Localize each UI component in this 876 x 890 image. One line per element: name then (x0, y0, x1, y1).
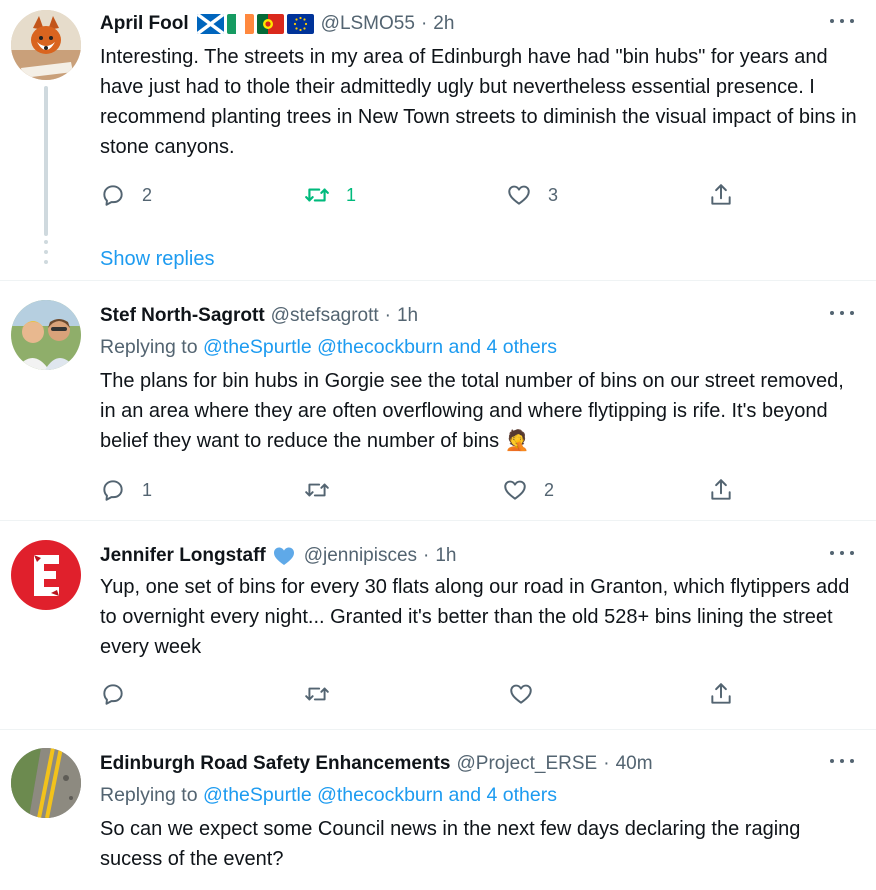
reply-button[interactable] (100, 679, 142, 709)
reply-icon (103, 480, 123, 501)
separator-dot: · (423, 545, 430, 566)
timestamp[interactable]: 40m (616, 753, 653, 775)
replying-to-links[interactable]: @theSpurtle @thecockburn and 4 others (203, 784, 557, 806)
tweet-header: April Fool @LSMO55 · 2h (100, 10, 454, 38)
heart-icon (504, 480, 526, 500)
retweet-icon (305, 687, 329, 701)
flag-scotland-icon (196, 13, 224, 34)
divider (0, 520, 876, 521)
retweet-button[interactable] (304, 679, 346, 709)
like-button[interactable] (508, 679, 550, 709)
display-name[interactable]: Stef North-Sagrott (100, 305, 265, 327)
timestamp[interactable]: 1h (397, 305, 418, 327)
avatar-erse[interactable] (11, 748, 81, 818)
tweet-text: So can we expect some Council news in th… (100, 818, 801, 870)
handle[interactable]: @stefsagrott (271, 305, 379, 327)
more-options-button[interactable] (830, 756, 854, 766)
retweet-button[interactable]: 1 (304, 180, 356, 210)
display-name[interactable]: Jennifer Longstaff (100, 545, 266, 567)
show-replies-link[interactable]: Show replies (100, 248, 215, 271)
tweet-4[interactable]: Edinburgh Road Safety Enhancements @Proj… (0, 748, 876, 890)
more-options-button[interactable] (830, 16, 854, 26)
share-button[interactable] (708, 475, 734, 505)
tweet-3[interactable]: Jennifer Longstaff @jennipisces · 1h Yup… (0, 540, 876, 730)
separator-dot: · (420, 13, 428, 34)
avatar-stef[interactable] (11, 300, 81, 370)
share-button[interactable] (708, 180, 734, 210)
retweet-icon (305, 483, 329, 497)
handle[interactable]: @LSMO55 (321, 13, 415, 35)
retweet-button[interactable] (304, 475, 346, 505)
replying-to-links[interactable]: @theSpurtle @thecockburn and 4 others (203, 336, 557, 358)
heart-icon (508, 185, 530, 205)
reply-button[interactable]: 1 (100, 475, 152, 505)
more-options-button[interactable] (830, 308, 854, 318)
tweet-1[interactable]: April Fool @LSMO55 · 2h Interesting. The… (0, 8, 876, 280)
replying-to: Replying to @theSpurtle @thecockburn and… (100, 784, 557, 807)
tweet-actions: 1 2 (100, 475, 740, 505)
divider (0, 280, 876, 281)
like-button[interactable]: 2 (502, 475, 554, 505)
handle[interactable]: @jennipisces (304, 545, 417, 567)
tweet-header: Edinburgh Road Safety Enhancements @Proj… (100, 750, 653, 778)
reply-button[interactable]: 2 (100, 180, 152, 210)
display-name[interactable]: Edinburgh Road Safety Enhancements (100, 753, 451, 775)
replying-to: Replying to @theSpurtle @thecockburn and… (100, 336, 557, 359)
retweet-count: 1 (346, 184, 357, 205)
share-icon (711, 184, 731, 205)
flag-ireland-icon (226, 13, 254, 34)
tweet-2[interactable]: Stef North-Sagrott @stefsagrott · 1h Rep… (0, 300, 876, 520)
replying-prefix: Replying to (100, 784, 203, 806)
reply-count: 1 (142, 479, 153, 500)
handle[interactable]: @Project_ERSE (457, 753, 598, 775)
reply-icon (103, 684, 123, 705)
blue-heart-icon (272, 544, 296, 568)
tweet-actions (100, 679, 740, 709)
avatar-jennifer[interactable] (11, 540, 81, 610)
tweet-text: The plans for bin hubs in Gorgie see the… (100, 370, 844, 452)
divider (0, 729, 876, 730)
share-icon (711, 479, 731, 500)
retweet-icon (305, 188, 329, 202)
separator-dot: · (384, 305, 391, 326)
separator-dot: · (603, 753, 610, 774)
tweet-text: Yup, one set of bins for every 30 flats … (100, 576, 850, 658)
tweet-header: Jennifer Longstaff @jennipisces · 1h (100, 542, 457, 570)
flag-eu-icon (286, 13, 314, 34)
more-options-button[interactable] (830, 548, 854, 558)
reply-count: 2 (142, 184, 153, 205)
avatar-april-fool[interactable] (11, 10, 81, 80)
reply-icon (103, 185, 123, 206)
like-count: 3 (548, 184, 559, 205)
tweet-actions: 2 1 3 (100, 180, 740, 210)
like-count: 2 (544, 479, 555, 500)
tweet-text: Interesting. The streets in my area of E… (100, 46, 857, 158)
share-icon (711, 683, 731, 704)
timestamp[interactable]: 2h (433, 13, 454, 35)
thread-line (44, 86, 48, 236)
thread-gap-dots (44, 240, 48, 270)
flag-portugal-icon (256, 13, 284, 34)
heart-icon (510, 684, 532, 704)
tweet-header: Stef North-Sagrott @stefsagrott · 1h (100, 302, 418, 330)
timestamp[interactable]: 1h (435, 545, 456, 567)
flag-group (196, 13, 317, 35)
display-name[interactable]: April Fool (100, 13, 189, 35)
share-button[interactable] (708, 679, 734, 709)
replying-prefix: Replying to (100, 336, 203, 358)
like-button[interactable]: 3 (506, 180, 558, 210)
